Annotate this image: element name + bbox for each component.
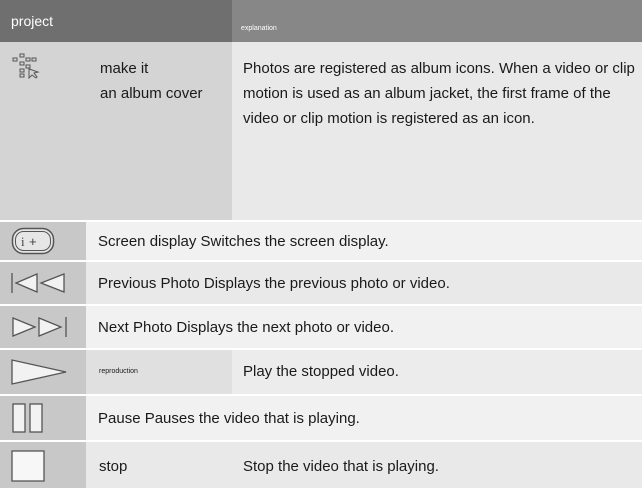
album-cover-description: Photos are registered as album icons. Wh…: [243, 60, 635, 127]
album-cover-name-line2: an album cover: [100, 85, 203, 102]
svg-text:+: +: [29, 234, 37, 249]
album-cover-icon: [12, 53, 44, 79]
album-cover-name-line1: make it: [100, 60, 149, 77]
svg-text:i: i: [21, 234, 25, 249]
play-icon: [10, 358, 70, 386]
pause-icon: [11, 402, 45, 434]
header-explanation-label: explanation: [241, 25, 277, 32]
header-project-label: project: [11, 13, 54, 29]
screen-display-icon: i +: [11, 227, 55, 255]
table-row-previous-photo: Previous Photo Displays the previous pho…: [0, 262, 642, 304]
table-row-album-cover: make it an album cover Photos are regist…: [0, 42, 642, 220]
next-photo-icon: [10, 315, 70, 339]
screen-display-text: Screen display Switches the screen displ…: [98, 233, 389, 250]
play-name: reproduction: [99, 368, 138, 375]
table-row-next-photo: Next Photo Displays the next photo or vi…: [0, 306, 642, 348]
table-row-play: reproduction Play the stopped video.: [0, 350, 642, 394]
header-project-cell: project: [0, 0, 232, 42]
album-cover-name: make it an album cover: [100, 56, 203, 106]
table-row-stop: stop Stop the video that is playing.: [0, 442, 642, 488]
stop-icon: [10, 449, 46, 483]
previous-photo-text: Previous Photo Displays the previous pho…: [98, 275, 450, 292]
next-photo-text: Next Photo Displays the next photo or vi…: [98, 319, 395, 336]
stop-description: Stop the video that is playing.: [243, 458, 439, 475]
play-description: Play the stopped video.: [243, 363, 399, 380]
table-row-screen-display: i + Screen display Switches the screen d…: [0, 222, 642, 260]
table-header: project explanation: [0, 0, 642, 42]
stop-name: stop: [99, 458, 128, 475]
previous-photo-icon: [10, 271, 70, 295]
pause-text: Pause Pauses the video that is playing.: [98, 410, 360, 427]
table-row-pause: Pause Pauses the video that is playing.: [0, 396, 642, 440]
